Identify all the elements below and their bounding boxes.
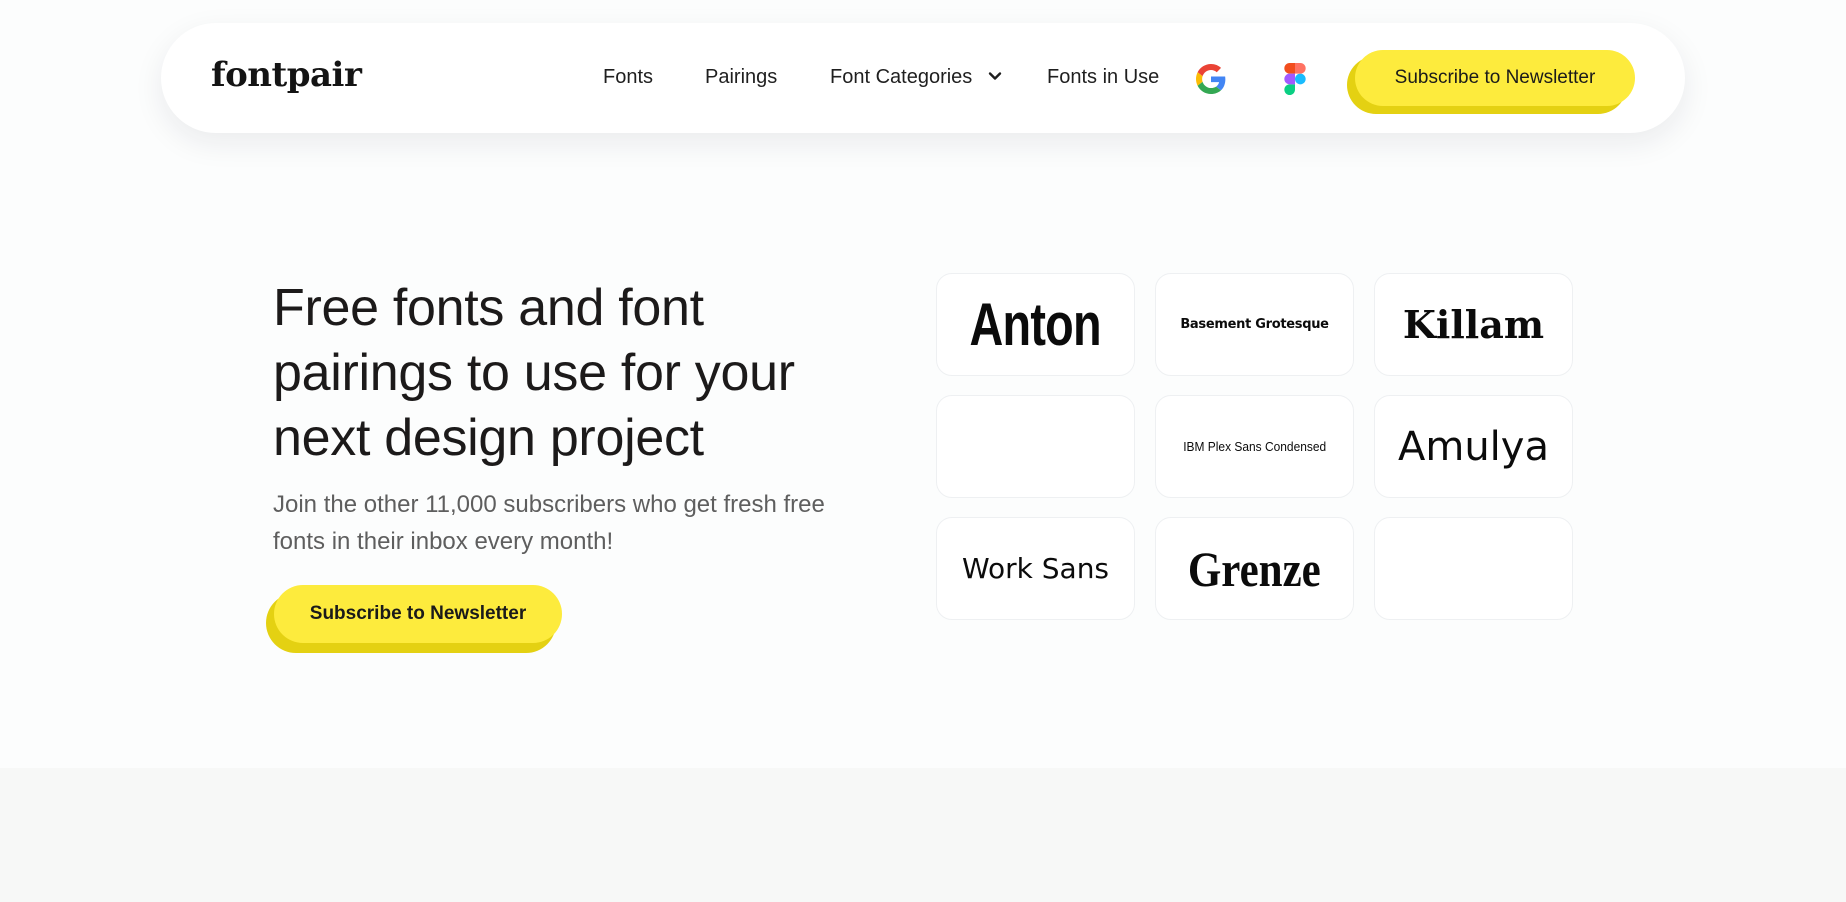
- font-tile-basement-grotesque[interactable]: Basement Grotesque: [1155, 273, 1354, 376]
- font-tile-label: Grenze: [1188, 540, 1321, 597]
- font-tile-label: Basement Grotesque: [1180, 317, 1329, 332]
- hero-subscribe-button-wrapper: Subscribe to Newsletter: [266, 585, 566, 653]
- font-tile-label: IBM Plex Sans Condensed: [1183, 439, 1326, 454]
- nav-link-font-categories[interactable]: Font Categories: [830, 66, 972, 89]
- fontpair-logo[interactable]: fontpair: [211, 55, 362, 95]
- font-tile-label: Anton: [969, 291, 1102, 358]
- font-tile-empty[interactable]: [1374, 517, 1573, 620]
- hero-title: Free fonts and font pairings to use for …: [273, 279, 795, 467]
- hero-subtitle: Join the other 11,000 subscribers who ge…: [273, 491, 825, 555]
- top-navbar: fontpair Fonts Pairings Font Categories …: [161, 23, 1685, 133]
- font-tile-anton[interactable]: Anton: [936, 273, 1135, 376]
- font-tile-label: Amulya: [1398, 423, 1549, 470]
- font-tile-label: Killam: [1402, 302, 1545, 347]
- chevron-down-icon[interactable]: [987, 68, 1003, 84]
- next-section-background: [0, 768, 1846, 902]
- nav-link-fonts[interactable]: Fonts: [603, 66, 653, 89]
- nav-link-pairings[interactable]: Pairings: [705, 66, 777, 89]
- font-tile-amulya[interactable]: Amulya: [1374, 395, 1573, 498]
- google-icon[interactable]: [1196, 64, 1226, 94]
- font-tile-empty[interactable]: [936, 395, 1135, 498]
- figma-icon[interactable]: [1284, 63, 1306, 95]
- hero-subscribe-button[interactable]: Subscribe to Newsletter: [274, 585, 562, 643]
- font-tile-label: Work Sans: [961, 552, 1110, 585]
- nav-subscribe-button-wrapper: Subscribe to Newsletter: [1347, 50, 1637, 114]
- font-tile-work-sans[interactable]: Work Sans: [936, 517, 1135, 620]
- nav-subscribe-button[interactable]: Subscribe to Newsletter: [1355, 50, 1635, 106]
- font-tile-ibm-plex-sans-condensed[interactable]: IBM Plex Sans Condensed: [1155, 395, 1354, 498]
- font-tile-killam[interactable]: Killam: [1374, 273, 1573, 376]
- nav-link-fonts-in-use[interactable]: Fonts in Use: [1047, 66, 1159, 89]
- font-tile-grenze[interactable]: Grenze: [1155, 517, 1354, 620]
